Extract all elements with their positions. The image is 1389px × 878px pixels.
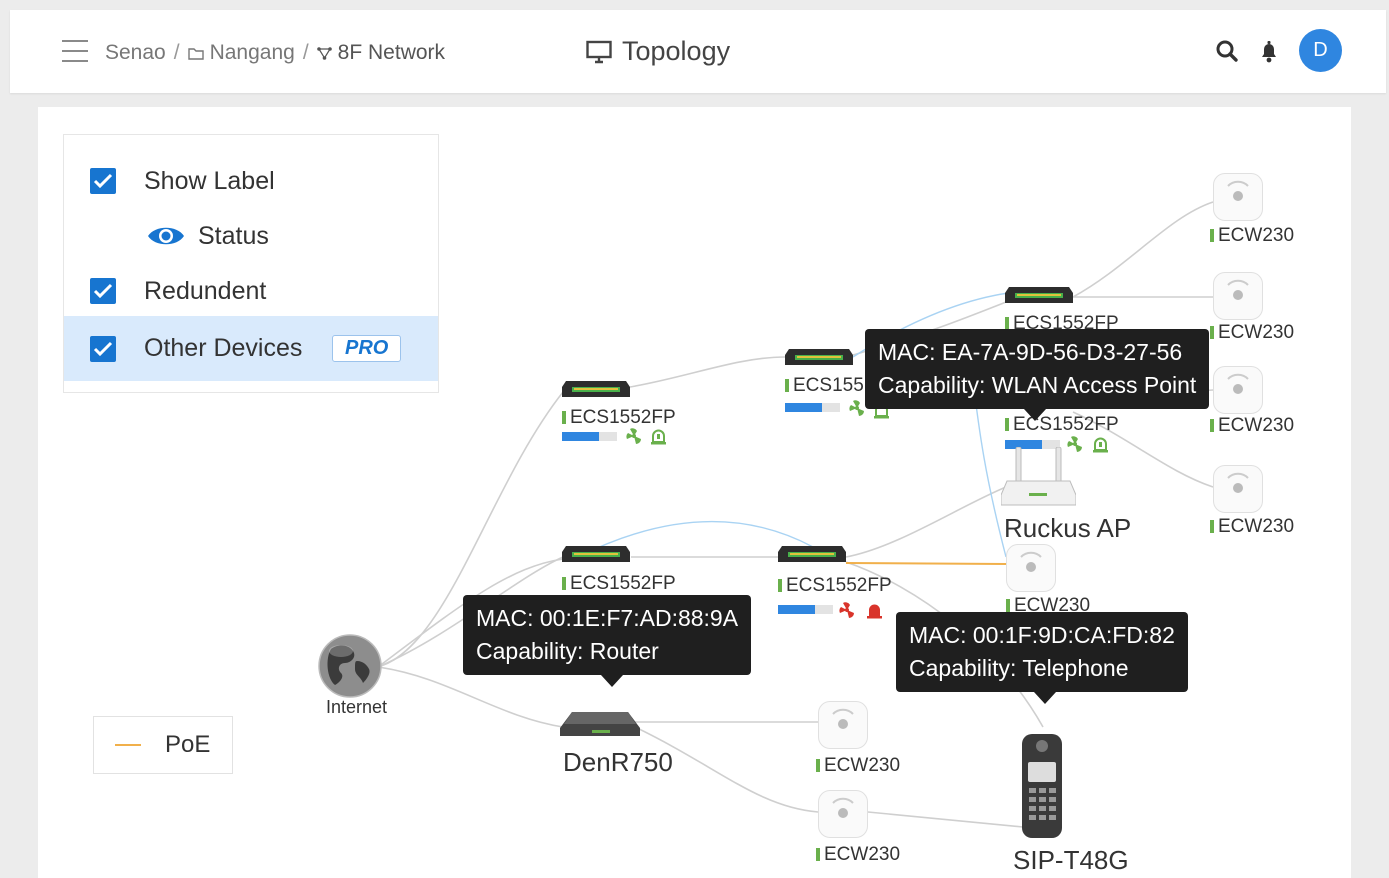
switch-f-usage-fill bbox=[778, 605, 816, 614]
switch-b-usage-fill bbox=[785, 403, 823, 412]
tooltip-wlan-capability: Capability: WLAN Access Point bbox=[878, 372, 1197, 398]
phone-label: SIP-T48G bbox=[1013, 845, 1129, 875]
show-label-text: Show Label bbox=[144, 166, 275, 195]
tooltip-router-mac: MAC: 00:1E:F7:AD:88:9A bbox=[476, 605, 739, 631]
router-icon[interactable] bbox=[560, 710, 640, 744]
tooltip-phone-capability: Capability: Telephone bbox=[909, 655, 1129, 681]
access-point-icon[interactable] bbox=[1001, 447, 1076, 507]
other-devices-checkbox[interactable] bbox=[90, 335, 116, 362]
top-bar: Senao / Nangang / 8F Network Topology D bbox=[10, 10, 1386, 93]
switch-a-label: ECS1552FP bbox=[562, 407, 676, 429]
ecw-r3-icon[interactable] bbox=[1213, 366, 1263, 414]
fan-icon bbox=[849, 400, 864, 416]
tooltip-phone: MAC: 00:1F:9D:CA:FD:82 Capability: Telep… bbox=[896, 612, 1188, 704]
link-switch-f-ruckus bbox=[845, 486, 1007, 558]
switch-d-icon[interactable] bbox=[1005, 285, 1073, 307]
ecw-r1-label: ECW230 bbox=[1210, 225, 1294, 247]
poe-line-swatch bbox=[115, 744, 141, 746]
tooltip-router-capability: Capability: Router bbox=[476, 638, 659, 664]
alarm-icon bbox=[1093, 437, 1108, 453]
link-internet-router bbox=[377, 666, 564, 728]
tooltip-wlan: MAC: EA-7A-9D-56-D3-27-56 Capability: WL… bbox=[865, 329, 1210, 421]
option-status[interactable]: Status bbox=[64, 208, 438, 264]
ecw-r2-icon[interactable] bbox=[1213, 272, 1263, 320]
switch-f-usage-bar bbox=[778, 605, 833, 614]
ecw-r4-icon[interactable] bbox=[1213, 465, 1263, 513]
show-label-checkbox[interactable] bbox=[90, 168, 116, 194]
bell-icon[interactable] bbox=[1257, 39, 1281, 63]
tooltip-router: MAC: 00:1E:F7:AD:88:9A Capability: Route… bbox=[463, 595, 752, 687]
ecw-mid-icon[interactable] bbox=[1006, 544, 1056, 592]
switch-c-label: ECS1552FP bbox=[562, 573, 676, 595]
network-icon bbox=[316, 46, 332, 60]
alarm-bell-red-icon bbox=[867, 604, 882, 619]
link-switch-a-b bbox=[629, 356, 786, 388]
breadcrumb: Senao / Nangang / 8F Network bbox=[105, 41, 446, 65]
switch-f-label: ECS1552FP bbox=[778, 575, 892, 597]
page-title: Topology bbox=[586, 36, 730, 67]
topology-canvas[interactable]: Show Label Status Redundent Other Device… bbox=[38, 107, 1351, 878]
alarm-icon bbox=[651, 429, 666, 445]
ecw-b1-icon[interactable] bbox=[818, 701, 868, 749]
poe-link bbox=[845, 562, 1007, 565]
link-ecw-b2-phone bbox=[867, 811, 1024, 828]
folder-icon bbox=[187, 47, 204, 60]
breadcrumb-item-org[interactable]: Senao bbox=[105, 41, 166, 65]
switch-a-icon[interactable] bbox=[562, 379, 630, 401]
switch-c-icon[interactable] bbox=[562, 544, 630, 566]
fan-alarm-icon bbox=[839, 602, 854, 618]
eye-icon[interactable] bbox=[147, 223, 185, 249]
page-title-text: Topology bbox=[622, 36, 731, 66]
ecw-r3-label: ECW230 bbox=[1210, 415, 1294, 437]
pro-badge: PRO bbox=[332, 335, 402, 362]
switch-b-icon[interactable] bbox=[785, 347, 853, 369]
globe-icon[interactable] bbox=[317, 633, 383, 699]
legend-poe: PoE bbox=[93, 716, 233, 774]
redundant-checkbox[interactable] bbox=[90, 278, 116, 304]
other-devices-text: Other Devices bbox=[144, 334, 303, 362]
option-redundant[interactable]: Redundent bbox=[64, 263, 438, 319]
switch-a-usage-bar bbox=[562, 432, 617, 441]
tooltip-phone-mac: MAC: 00:1F:9D:CA:FD:82 bbox=[909, 622, 1175, 648]
ecw-r1-icon[interactable] bbox=[1213, 173, 1263, 221]
top-actions: D bbox=[1215, 29, 1342, 72]
switch-b-usage-bar bbox=[785, 403, 840, 412]
monitor-icon bbox=[586, 40, 612, 63]
router-label: DenR750 bbox=[563, 747, 673, 777]
ruckus-ap-label: Ruckus AP bbox=[1004, 513, 1132, 543]
option-other-devices[interactable]: Other Devices PRO bbox=[64, 316, 438, 381]
fan-icon bbox=[626, 428, 641, 444]
redundant-text: Redundent bbox=[144, 276, 267, 305]
link-switch-d-ecw1 bbox=[1072, 201, 1214, 298]
breadcrumb-item-site[interactable]: Nangang bbox=[210, 41, 295, 65]
switch-b-label: ECS155 bbox=[785, 375, 864, 397]
switch-e-label: ECS1552FP bbox=[1005, 414, 1119, 436]
status-text: Status bbox=[198, 221, 269, 250]
display-options-panel: Show Label Status Redundent Other Device… bbox=[63, 134, 439, 393]
breadcrumb-item-network: 8F Network bbox=[337, 41, 446, 64]
poe-label: PoE bbox=[165, 731, 211, 758]
phone-icon[interactable] bbox=[1020, 732, 1064, 840]
search-icon[interactable] bbox=[1215, 39, 1239, 63]
menu-icon[interactable] bbox=[62, 40, 88, 62]
switch-f-icon[interactable] bbox=[778, 544, 846, 566]
option-show-label[interactable]: Show Label bbox=[64, 153, 438, 209]
tooltip-wlan-mac: MAC: EA-7A-9D-56-D3-27-56 bbox=[878, 339, 1183, 365]
ecw-b1-label: ECW230 bbox=[816, 755, 900, 777]
switch-a-usage-fill bbox=[562, 432, 600, 441]
ecw-r2-label: ECW230 bbox=[1210, 322, 1294, 344]
ecw-b2-icon[interactable] bbox=[818, 790, 868, 838]
ecw-b2-label: ECW230 bbox=[816, 844, 900, 866]
internet-label: Internet bbox=[326, 697, 388, 717]
avatar[interactable]: D bbox=[1299, 29, 1342, 72]
ecw-r4-label: ECW230 bbox=[1210, 516, 1294, 538]
